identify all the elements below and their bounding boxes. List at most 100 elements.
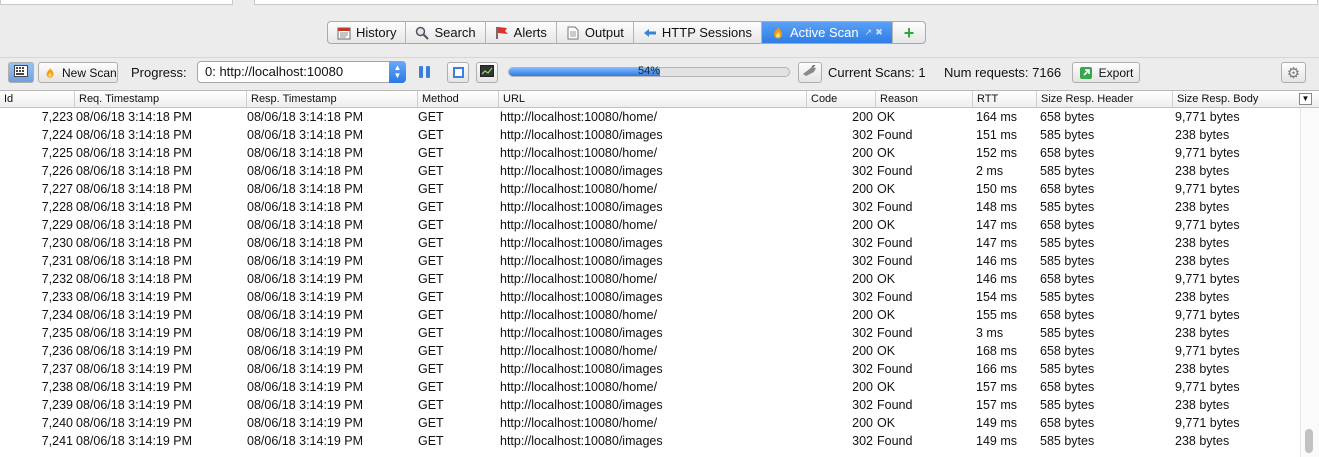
cell-url: http://localhost:10080/home/	[500, 380, 658, 394]
scrollbar-thumb[interactable]	[1305, 429, 1313, 453]
cell-size-resp-header: 658 bytes	[1040, 416, 1095, 430]
cell-code: 302	[852, 398, 873, 412]
cell-url: http://localhost:10080/home/	[500, 218, 658, 232]
table-row[interactable]: 7,240 08/06/18 3:14:19 PM 08/06/18 3:14:19…	[0, 414, 1300, 432]
cell-resp-timestamp: 08/06/18 3:14:18 PM	[247, 236, 364, 250]
show-scan-dialog-button[interactable]	[8, 62, 34, 83]
cell-size-resp-header: 585 bytes	[1040, 200, 1095, 214]
scan-chart-button[interactable]	[476, 62, 498, 83]
cell-req-timestamp: 08/06/18 3:14:18 PM	[76, 272, 193, 286]
cell-req-timestamp: 08/06/18 3:14:18 PM	[76, 128, 193, 142]
cell-resp-timestamp: 08/06/18 3:14:19 PM	[247, 308, 364, 322]
cell-resp-timestamp: 08/06/18 3:14:19 PM	[247, 380, 364, 394]
column-header-rtt[interactable]: RTT	[972, 91, 1036, 107]
pause-scan-button[interactable]	[419, 66, 433, 80]
cell-method: GET	[418, 128, 444, 142]
pin-icon[interactable]: ↗	[865, 27, 873, 38]
table-row[interactable]: 7,233 08/06/18 3:14:19 PM 08/06/18 3:14:19…	[0, 288, 1300, 306]
cell-size-resp-body: 9,771 bytes	[1175, 272, 1240, 286]
table-row[interactable]: 7,235 08/06/18 3:14:19 PM 08/06/18 3:14:19…	[0, 324, 1300, 342]
column-header-url[interactable]: URL	[498, 91, 806, 107]
table-row[interactable]: 7,238 08/06/18 3:14:19 PM 08/06/18 3:14:19…	[0, 378, 1300, 396]
cell-code: 302	[852, 254, 873, 268]
output-document-icon	[566, 26, 580, 40]
cell-reason: Found	[877, 128, 913, 142]
column-header-req-timestamp[interactable]: Req. Timestamp	[74, 91, 246, 107]
table-row[interactable]: 7,224 08/06/18 3:14:18 PM 08/06/18 3:14:18…	[0, 126, 1300, 144]
cell-req-timestamp: 08/06/18 3:14:19 PM	[76, 308, 193, 322]
stop-scan-button[interactable]	[447, 62, 469, 83]
progress-label: Progress:	[131, 65, 187, 80]
tab-active-scan[interactable]: Active Scan ↗ ✖	[762, 22, 893, 43]
cell-rtt: 157 ms	[976, 398, 1017, 412]
column-chooser-button[interactable]: ▼	[1299, 93, 1312, 105]
cell-method: GET	[418, 218, 444, 232]
table-row[interactable]: 7,232 08/06/18 3:14:18 PM 08/06/18 3:14:19…	[0, 270, 1300, 288]
table-row[interactable]: 7,229 08/06/18 3:14:18 PM 08/06/18 3:14:18…	[0, 216, 1300, 234]
close-icon[interactable]: ✖	[875, 27, 883, 38]
chevron-updown-icon: ▲ ▼	[389, 61, 406, 83]
cell-id: 7,226	[41, 164, 73, 178]
cell-method: GET	[418, 416, 444, 430]
cell-id: 7,223	[41, 110, 73, 124]
cell-reason: OK	[877, 218, 896, 232]
cell-reason: OK	[877, 416, 896, 430]
cell-reason: Found	[877, 434, 913, 448]
cell-req-timestamp: 08/06/18 3:14:18 PM	[76, 218, 193, 232]
table-row[interactable]: 7,234 08/06/18 3:14:19 PM 08/06/18 3:14:19…	[0, 306, 1300, 324]
vertical-scrollbar[interactable]	[1300, 108, 1319, 457]
tab-output[interactable]: Output	[557, 22, 634, 43]
cell-size-resp-header: 585 bytes	[1040, 434, 1095, 448]
column-header-size-resp-body[interactable]: Size Resp. Body	[1172, 91, 1299, 107]
cell-rtt: 2 ms	[976, 164, 1004, 178]
scan-progress-text: 54%	[637, 65, 661, 77]
top-panel-left	[0, 0, 233, 5]
cell-resp-timestamp: 08/06/18 3:14:19 PM	[247, 362, 364, 376]
cell-resp-timestamp: 08/06/18 3:14:19 PM	[247, 434, 364, 448]
table-row[interactable]: 7,239 08/06/18 3:14:19 PM 08/06/18 3:14:19…	[0, 396, 1300, 414]
cell-size-resp-body: 9,771 bytes	[1175, 308, 1240, 322]
cell-resp-timestamp: 08/06/18 3:14:19 PM	[247, 290, 364, 304]
flame-icon	[771, 26, 785, 40]
tab-search[interactable]: Search	[406, 22, 486, 43]
cell-resp-timestamp: 08/06/18 3:14:18 PM	[247, 200, 364, 214]
export-button[interactable]: Export	[1072, 62, 1140, 83]
settings-button[interactable]: ⚙	[1281, 62, 1306, 83]
tab-http-sessions[interactable]: HTTP Sessions	[634, 22, 762, 43]
alerts-flag-icon	[495, 26, 509, 40]
column-header-size-resp-header[interactable]: Size Resp. Header	[1036, 91, 1172, 107]
tab-bar: History Search Alerts Output HTTP Sessio…	[327, 21, 927, 44]
table-row[interactable]: 7,237 08/06/18 3:14:19 PM 08/06/18 3:14:19…	[0, 360, 1300, 378]
tab-alerts[interactable]: Alerts	[486, 22, 557, 43]
table-row[interactable]: 7,227 08/06/18 3:14:18 PM 08/06/18 3:14:18…	[0, 180, 1300, 198]
cell-req-timestamp: 08/06/18 3:14:18 PM	[76, 164, 193, 178]
cell-req-timestamp: 08/06/18 3:14:18 PM	[76, 182, 193, 196]
cell-size-resp-header: 585 bytes	[1040, 164, 1095, 178]
column-header-method[interactable]: Method	[417, 91, 498, 107]
table-row[interactable]: 7,236 08/06/18 3:14:19 PM 08/06/18 3:14:19…	[0, 342, 1300, 360]
column-header-resp-timestamp[interactable]: Resp. Timestamp	[246, 91, 417, 107]
table-row[interactable]: 7,228 08/06/18 3:14:18 PM 08/06/18 3:14:18…	[0, 198, 1300, 216]
cell-size-resp-body: 9,771 bytes	[1175, 380, 1240, 394]
cell-size-resp-header: 585 bytes	[1040, 254, 1095, 268]
column-header-code[interactable]: Code	[806, 91, 875, 107]
tab-history[interactable]: History	[328, 22, 407, 43]
cell-reason: Found	[877, 398, 913, 412]
table-row[interactable]: 7,231 08/06/18 3:14:18 PM 08/06/18 3:14:19…	[0, 252, 1300, 270]
table-row[interactable]: 7,225 08/06/18 3:14:18 PM 08/06/18 3:14:18…	[0, 144, 1300, 162]
tab-add-button[interactable]: +	[893, 22, 926, 43]
cell-resp-timestamp: 08/06/18 3:14:19 PM	[247, 272, 364, 286]
column-header-reason[interactable]: Reason	[875, 91, 972, 107]
table-row[interactable]: 7,230 08/06/18 3:14:18 PM 08/06/18 3:14:18…	[0, 234, 1300, 252]
table-row[interactable]: 7,223 08/06/18 3:14:18 PM 08/06/18 3:14:18…	[0, 108, 1300, 126]
column-header-id[interactable]: Id	[0, 91, 74, 107]
cell-url: http://localhost:10080/images	[500, 200, 663, 214]
chart-monitor-icon	[480, 65, 494, 80]
cell-rtt: 146 ms	[976, 272, 1017, 286]
progress-scan-select[interactable]: 0: http://localhost:10080 ▲ ▼	[197, 61, 406, 83]
cell-url: http://localhost:10080/home/	[500, 110, 658, 124]
new-scan-button[interactable]: New Scan	[38, 62, 118, 83]
table-row[interactable]: 7,226 08/06/18 3:14:18 PM 08/06/18 3:14:18…	[0, 162, 1300, 180]
table-row[interactable]: 7,241 08/06/18 3:14:19 PM 08/06/18 3:14:19…	[0, 432, 1300, 450]
clean-completed-scans-button[interactable]	[798, 62, 822, 83]
